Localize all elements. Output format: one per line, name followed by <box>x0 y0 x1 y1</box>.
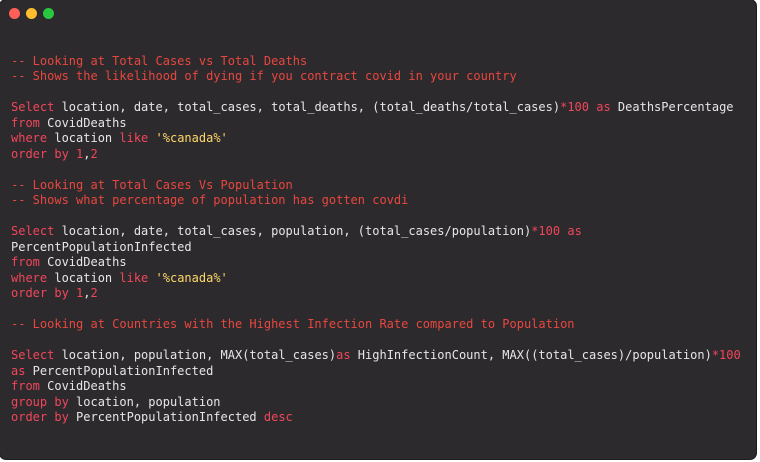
code-token: order by <box>11 146 69 161</box>
title-bar <box>0 0 756 28</box>
code-line: from CovidDeaths <box>11 255 741 271</box>
code-line: as PercentPopulationInfected <box>11 364 741 380</box>
code-token: 100 <box>567 100 590 114</box>
code-token: 2 <box>90 286 98 300</box>
code-token: where <box>11 270 48 285</box>
code-line: -- Looking at Countries with the Highest… <box>11 317 741 333</box>
code-token: as <box>11 363 26 378</box>
code-token: '%canada%' <box>155 131 228 145</box>
code-token: Select <box>11 224 55 238</box>
code-line: where location like '%canada%' <box>11 271 741 287</box>
code-token: PercentPopulationInfected <box>25 363 214 378</box>
minimize-icon[interactable] <box>26 8 37 19</box>
close-icon[interactable] <box>9 8 20 19</box>
code-token: location <box>47 270 120 285</box>
code-token: CovidDeaths <box>39 115 127 130</box>
code-token: as <box>567 224 582 238</box>
code-token: * <box>711 348 720 362</box>
code-token: group by <box>11 394 69 409</box>
code-token: DeathsPercentage <box>610 100 734 114</box>
code-line: order by 1,2 <box>11 286 741 302</box>
code-token: as <box>336 348 351 362</box>
code-line: PercentPopulationInfected <box>11 240 741 256</box>
code-line: from CovidDeaths <box>11 116 741 132</box>
code-token: -- Looking at Total Cases vs Total Death… <box>11 53 308 68</box>
code-token: , <box>83 286 91 300</box>
code-line: group by location, population <box>11 395 741 411</box>
code-line: Select location, date, total_cases, popu… <box>11 224 741 240</box>
code-token: Select <box>11 348 55 362</box>
maximize-icon[interactable] <box>43 8 54 19</box>
code-line: from CovidDeaths <box>11 379 741 395</box>
code-token: location <box>47 131 120 145</box>
code-token: like <box>119 270 149 285</box>
code-token: order by <box>11 410 69 424</box>
code-token: 2 <box>90 146 98 161</box>
code-window: -- Looking at Total Cases vs Total Death… <box>0 0 756 459</box>
code-token: HighInfectionCount, MAX((total_cases)/po… <box>350 348 712 362</box>
code-token: as <box>596 100 611 114</box>
code-line: order by 1,2 <box>11 147 741 163</box>
code-line: -- Looking at Total Cases Vs Population <box>11 178 741 194</box>
code-token: PercentPopulationInfected <box>11 239 192 254</box>
code-token: location, population, MAX(total_cases) <box>54 348 337 362</box>
code-line: -- Looking at Total Cases vs Total Death… <box>11 54 741 70</box>
code-token: -- Shows the likelihood of dying if you … <box>11 69 517 83</box>
code-token: desc <box>263 410 293 424</box>
code-token: from <box>11 379 40 393</box>
code-token: order by <box>11 286 69 300</box>
code-token: -- Shows what percentage of population h… <box>11 193 409 207</box>
code-token: PercentPopulationInfected <box>68 410 264 424</box>
code-token: Select <box>11 100 55 114</box>
code-token: location, population <box>68 394 221 409</box>
code-line: where location like '%canada%' <box>11 131 741 147</box>
code-token: -- Looking at Countries with the Highest… <box>11 317 575 331</box>
code-line: Select location, date, total_cases, tota… <box>11 100 741 116</box>
code-token: '%canada%' <box>155 270 228 285</box>
code-token: , <box>83 146 91 161</box>
code-token: from <box>11 115 40 130</box>
code-token: -- Looking at Total Cases Vs Population <box>11 177 293 192</box>
code-line: Select location, population, MAX(total_c… <box>11 348 741 364</box>
code-token: 100 <box>538 224 561 238</box>
code-line: order by PercentPopulationInfected desc <box>11 410 741 426</box>
code-token: where <box>11 131 48 145</box>
code-line: -- Shows what percentage of population h… <box>11 193 741 209</box>
code-token: like <box>119 131 149 145</box>
code-token: CovidDeaths <box>39 255 127 269</box>
code-editor[interactable]: -- Looking at Total Cases vs Total Death… <box>11 38 741 426</box>
code-token: location, date, total_cases, total_death… <box>54 100 561 114</box>
code-token: 100 <box>719 348 741 362</box>
code-token: location, date, total_cases, population,… <box>54 224 532 238</box>
code-line: -- Shows the likelihood of dying if you … <box>11 69 741 85</box>
code-token: from <box>11 255 40 269</box>
code-token: CovidDeaths <box>39 379 127 393</box>
